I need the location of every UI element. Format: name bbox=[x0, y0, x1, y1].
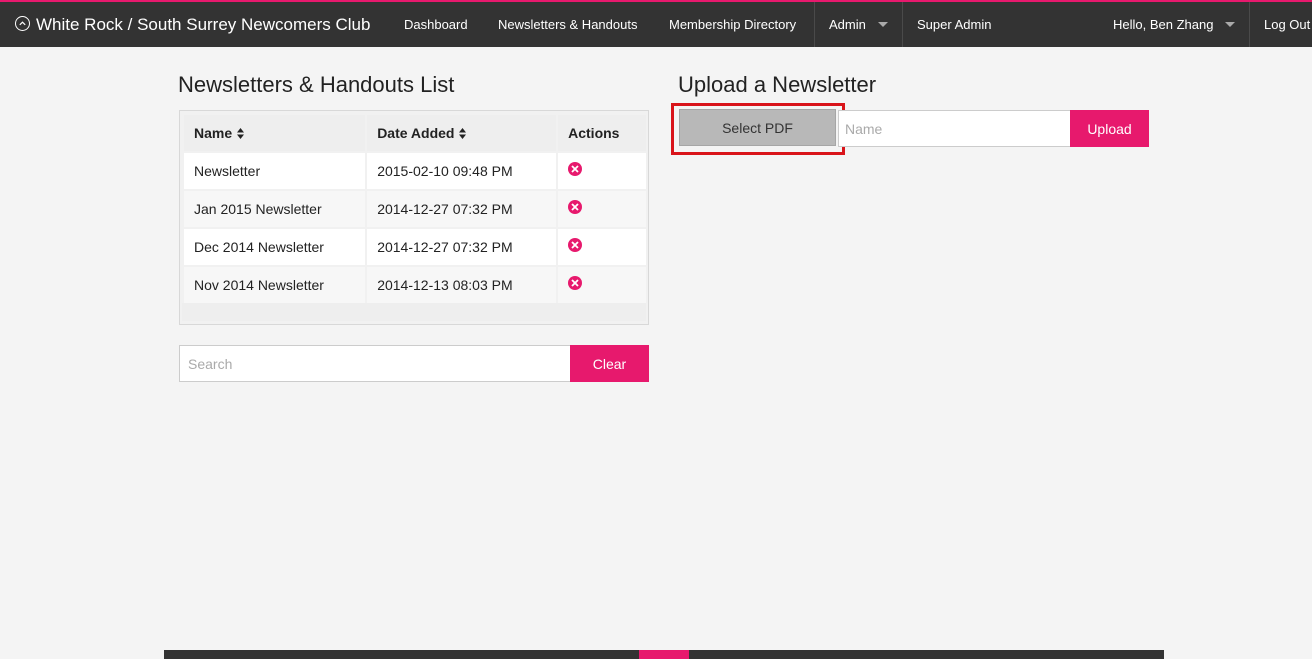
user-greeting: Hello, Ben Zhang bbox=[1113, 17, 1214, 32]
delete-icon[interactable] bbox=[568, 161, 583, 176]
sort-icon bbox=[459, 127, 467, 139]
nav-admin-label: Admin bbox=[829, 17, 866, 32]
table-row: Nov 2014 Newsletter 2014-12-13 08:03 PM bbox=[184, 267, 646, 303]
sort-icon bbox=[237, 127, 245, 139]
upload-title: Upload a Newsletter bbox=[678, 72, 877, 97]
column-header-date-added[interactable]: Date Added bbox=[367, 115, 557, 151]
search-input[interactable] bbox=[179, 345, 571, 382]
delete-icon[interactable] bbox=[568, 275, 583, 290]
table-row: Dec 2014 Newsletter 2014-12-27 07:32 PM bbox=[184, 229, 646, 265]
clear-button[interactable]: Clear bbox=[570, 345, 649, 382]
nav-admin-dropdown[interactable]: Admin bbox=[829, 2, 888, 47]
row-name: Dec 2014 Newsletter bbox=[184, 229, 366, 265]
row-date: 2015-02-10 09:48 PM bbox=[367, 153, 557, 189]
table-row: Newsletter 2015-02-10 09:48 PM bbox=[184, 153, 646, 189]
delete-icon[interactable] bbox=[568, 199, 583, 214]
footer-bar bbox=[164, 650, 1164, 659]
row-name: Newsletter bbox=[184, 153, 366, 189]
user-menu-dropdown[interactable]: Hello, Ben Zhang bbox=[1113, 2, 1236, 47]
brand-title: White Rock / South Surrey Newcomers Club bbox=[36, 14, 371, 34]
nav-divider bbox=[814, 2, 815, 47]
delete-icon[interactable] bbox=[568, 237, 583, 252]
nav-dashboard[interactable]: Dashboard bbox=[404, 2, 468, 47]
row-date: 2014-12-13 08:03 PM bbox=[367, 267, 557, 303]
caret-down-icon bbox=[877, 22, 888, 27]
upload-button[interactable]: Upload bbox=[1070, 110, 1149, 147]
table-footer bbox=[182, 303, 646, 321]
nav-divider bbox=[1249, 2, 1250, 47]
column-header-name[interactable]: Name bbox=[184, 115, 366, 151]
row-date: 2014-12-27 07:32 PM bbox=[367, 229, 557, 265]
row-name: Jan 2015 Newsletter bbox=[184, 191, 366, 227]
top-navbar: White Rock / South Surrey Newcomers Club… bbox=[0, 0, 1312, 47]
select-pdf-button[interactable]: Select PDF bbox=[679, 109, 836, 146]
newsletters-table: Name Date Added Actions Newsletter 2015-… bbox=[179, 110, 649, 325]
column-header-actions: Actions bbox=[558, 115, 646, 151]
caret-down-icon bbox=[1225, 22, 1236, 27]
nav-divider bbox=[902, 2, 903, 47]
row-name: Nov 2014 Newsletter bbox=[184, 267, 366, 303]
row-date: 2014-12-27 07:32 PM bbox=[367, 191, 557, 227]
brand-link[interactable]: White Rock / South Surrey Newcomers Club bbox=[15, 2, 370, 47]
footer-tab[interactable] bbox=[639, 650, 689, 659]
name-input[interactable] bbox=[838, 110, 1071, 147]
chevron-up-circle-icon bbox=[15, 16, 30, 31]
table-row: Jan 2015 Newsletter 2014-12-27 07:32 PM bbox=[184, 191, 646, 227]
nav-membership-directory[interactable]: Membership Directory bbox=[669, 2, 796, 47]
list-title: Newsletters & Handouts List bbox=[178, 72, 455, 97]
nav-logout[interactable]: Log Out bbox=[1264, 2, 1310, 47]
nav-newsletters-handouts[interactable]: Newsletters & Handouts bbox=[498, 2, 637, 47]
nav-super-admin[interactable]: Super Admin bbox=[917, 2, 991, 47]
